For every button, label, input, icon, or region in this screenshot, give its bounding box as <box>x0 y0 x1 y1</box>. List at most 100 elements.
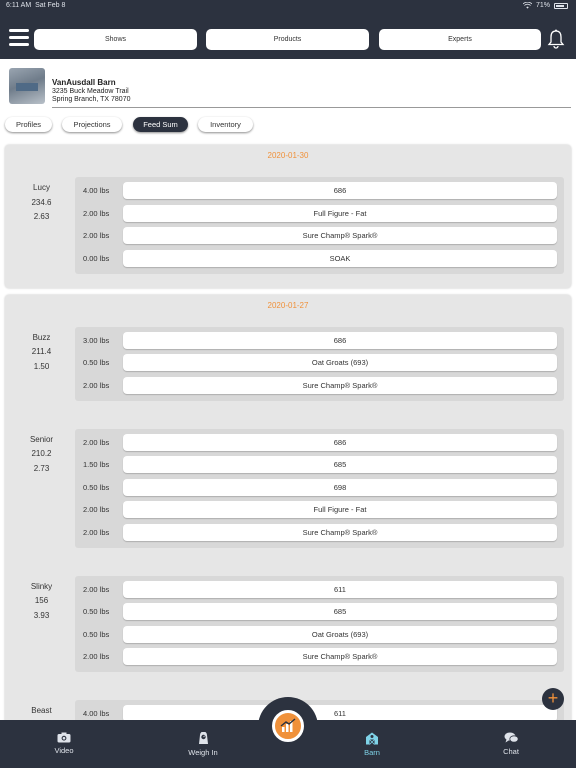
shows-button[interactable]: Shows <box>34 29 197 50</box>
feed-quantity: 2.00 lbs <box>83 380 110 390</box>
animal-weight: 211.4 <box>31 347 52 356</box>
feed-block: 2.00 lbs 611 0.50 lbs 685 0.50 lbs Oat Groats… <box>75 575 564 672</box>
feed-row: 0.50 lbs Oat Groats (693) <box>75 625 564 643</box>
battery-percent: 71% <box>535 2 550 9</box>
bell-icon[interactable] <box>547 29 565 49</box>
feed-quantity: 2.00 lbs <box>83 505 110 514</box>
feed-name-button[interactable]: 685 <box>123 456 557 473</box>
feed-quantity: 0.50 lbs <box>83 482 110 492</box>
feed-quantity: 4.00 lbs <box>83 709 110 718</box>
nav-video[interactable]: Video <box>29 732 99 762</box>
day-date: 2020-01-30 <box>267 151 309 160</box>
wifi-icon <box>522 2 532 9</box>
feed-name-button[interactable]: Sure Champ® Spark® <box>123 227 557 244</box>
nav-barn-label: Barn <box>364 748 380 757</box>
feed-block: 3.00 lbs 686 0.50 lbs Oat Groats (693) 2.00 … <box>75 326 564 401</box>
tab-projections[interactable]: Projections <box>62 117 122 132</box>
feed-row: 2.00 lbs Full Figure - Fat <box>75 501 564 518</box>
animal-adg: 2.63 <box>33 212 50 221</box>
feed-row: 2.00 lbs Full Figure - Fat <box>75 204 564 222</box>
feed-name-button[interactable]: Full Figure - Fat <box>123 501 557 518</box>
feed-name-button[interactable]: 611 <box>123 705 557 720</box>
nav-weigh-in[interactable]: Weigh In <box>168 732 238 762</box>
animal-weight: 234.6 <box>31 197 52 207</box>
feed-row: 2.00 lbs Sure Champ® Spark® <box>75 227 564 244</box>
feed-row: 1.50 lbs 685 <box>75 456 564 473</box>
feed-block: 4.00 lbs 686 2.00 lbs Full Figure - Fat 2.00… <box>75 177 564 274</box>
feed-quantity: 2.00 lbs <box>83 652 110 661</box>
animal-name: Slinky <box>30 581 53 591</box>
feed-block: 4.00 lbs 611 <box>75 700 564 720</box>
feed-row: 2.00 lbs 686 <box>75 433 564 451</box>
experts-button[interactable]: Experts <box>379 29 541 50</box>
feed-name-button[interactable]: 686 <box>123 182 557 199</box>
hamburger-menu-icon[interactable] <box>9 29 29 46</box>
header-divider <box>52 107 571 108</box>
feed-quantity: 0.50 lbs <box>83 607 110 616</box>
feed-row: 0.50 lbs 698 <box>75 478 564 496</box>
animal-adg: 2.73 <box>33 463 50 473</box>
status-bar: 6:11 AM Sat Feb 8 71% <box>0 0 576 12</box>
animal-name: Beast <box>31 706 52 715</box>
feed-quantity: 1.50 lbs <box>83 460 110 469</box>
feed-name-button[interactable]: Sure Champ® Spark® <box>123 523 557 541</box>
feed-row: 2.00 lbs Sure Champ® Spark® <box>75 523 564 541</box>
day-card: 2020-01-30 Lucy 234.6 2.63 4.00 lbs 686 2.00 l… <box>5 145 571 288</box>
feed-row: 0.50 lbs Oat Groats (693) <box>75 354 564 371</box>
feed-name-button[interactable]: Oat Groats (693) <box>123 354 557 371</box>
products-button[interactable]: Products <box>206 29 369 50</box>
feed-quantity: 4.00 lbs <box>83 186 110 195</box>
feed-name-button[interactable]: 686 <box>123 331 557 349</box>
feed-quantity: 2.00 lbs <box>83 208 110 218</box>
feed-quantity: 0.00 lbs <box>83 253 110 263</box>
day-date: 2020-01-27 <box>267 300 309 310</box>
feed-name-button[interactable]: Full Figure - Fat <box>123 204 557 222</box>
feed-row: 2.00 lbs Sure Champ® Spark® <box>75 376 564 394</box>
barn-street: 3235 Buck Meadow Trail <box>52 88 129 95</box>
feed-name-button[interactable]: Sure Champ® Spark® <box>123 376 557 394</box>
feed-quantity: 2.00 lbs <box>83 584 110 594</box>
add-button[interactable]: + <box>542 688 564 710</box>
feed-block: 2.00 lbs 686 1.50 lbs 685 0.50 lbs 698 2.00 lb… <box>75 428 564 548</box>
camera-icon <box>57 732 71 743</box>
feed-row: 0.50 lbs 685 <box>75 603 564 620</box>
scale-icon <box>198 732 208 744</box>
nav-barn[interactable]: Barn <box>337 732 407 762</box>
barn-icon <box>366 732 378 745</box>
feed-name-button[interactable]: 685 <box>123 603 557 620</box>
feed-name-button[interactable]: Sure Champ® Spark® <box>123 648 557 665</box>
tab-feed-sum[interactable]: Feed Sum <box>133 117 188 132</box>
nav-video-label: Video <box>54 746 74 755</box>
feed-quantity: 0.50 lbs <box>83 629 110 639</box>
feed-name-button[interactable]: 611 <box>123 580 557 598</box>
feed-name-button[interactable]: SOAK <box>123 249 557 267</box>
animal-weight: 210.2 <box>31 449 52 458</box>
barn-photo <box>9 68 45 104</box>
barn-tabs: Profiles Projections Feed Sum Inventory <box>0 115 576 137</box>
feed-row: 2.00 lbs Sure Champ® Spark® <box>75 648 564 665</box>
barn-header: VanAusdall Barn 3235 Buck Meadow Trail S… <box>0 59 576 111</box>
growth-chart-icon <box>280 718 296 732</box>
animal-name: Buzz <box>32 332 51 342</box>
feed-name-button[interactable]: Oat Groats (693) <box>123 625 557 643</box>
feed-row: 4.00 lbs 611 <box>75 705 564 720</box>
tab-profiles[interactable]: Profiles <box>5 117 52 132</box>
feed-name-button[interactable]: 698 <box>123 478 557 496</box>
feed-quantity: 0.50 lbs <box>83 358 110 367</box>
nav-chat[interactable]: Chat <box>476 732 546 762</box>
top-nav: Shows Products Experts <box>0 12 576 59</box>
tab-inventory[interactable]: Inventory <box>198 117 253 132</box>
feed-summary-list[interactable]: 2020-01-30 Lucy 234.6 2.63 4.00 lbs 686 2.00 l… <box>0 141 576 720</box>
app-logo-button[interactable] <box>272 710 304 742</box>
status-indicators: 71% <box>522 2 568 9</box>
feed-name-button[interactable]: 686 <box>123 433 557 451</box>
status-time: 6:11 AM Sat Feb 8 <box>6 2 66 9</box>
day-card: 2020-01-27 Buzz 211.4 1.50 3.00 lbs 686 0.50 l… <box>5 294 571 720</box>
animal-name: Senior <box>29 434 54 444</box>
barn-name: VanAusdall Barn <box>52 78 116 87</box>
feed-quantity: 2.00 lbs <box>83 437 110 447</box>
nav-weigh-in-label: Weigh In <box>188 748 218 757</box>
feed-row: 0.00 lbs SOAK <box>75 249 564 267</box>
animal-weight: 156 <box>34 596 49 605</box>
feed-row: 4.00 lbs 686 <box>75 182 564 199</box>
